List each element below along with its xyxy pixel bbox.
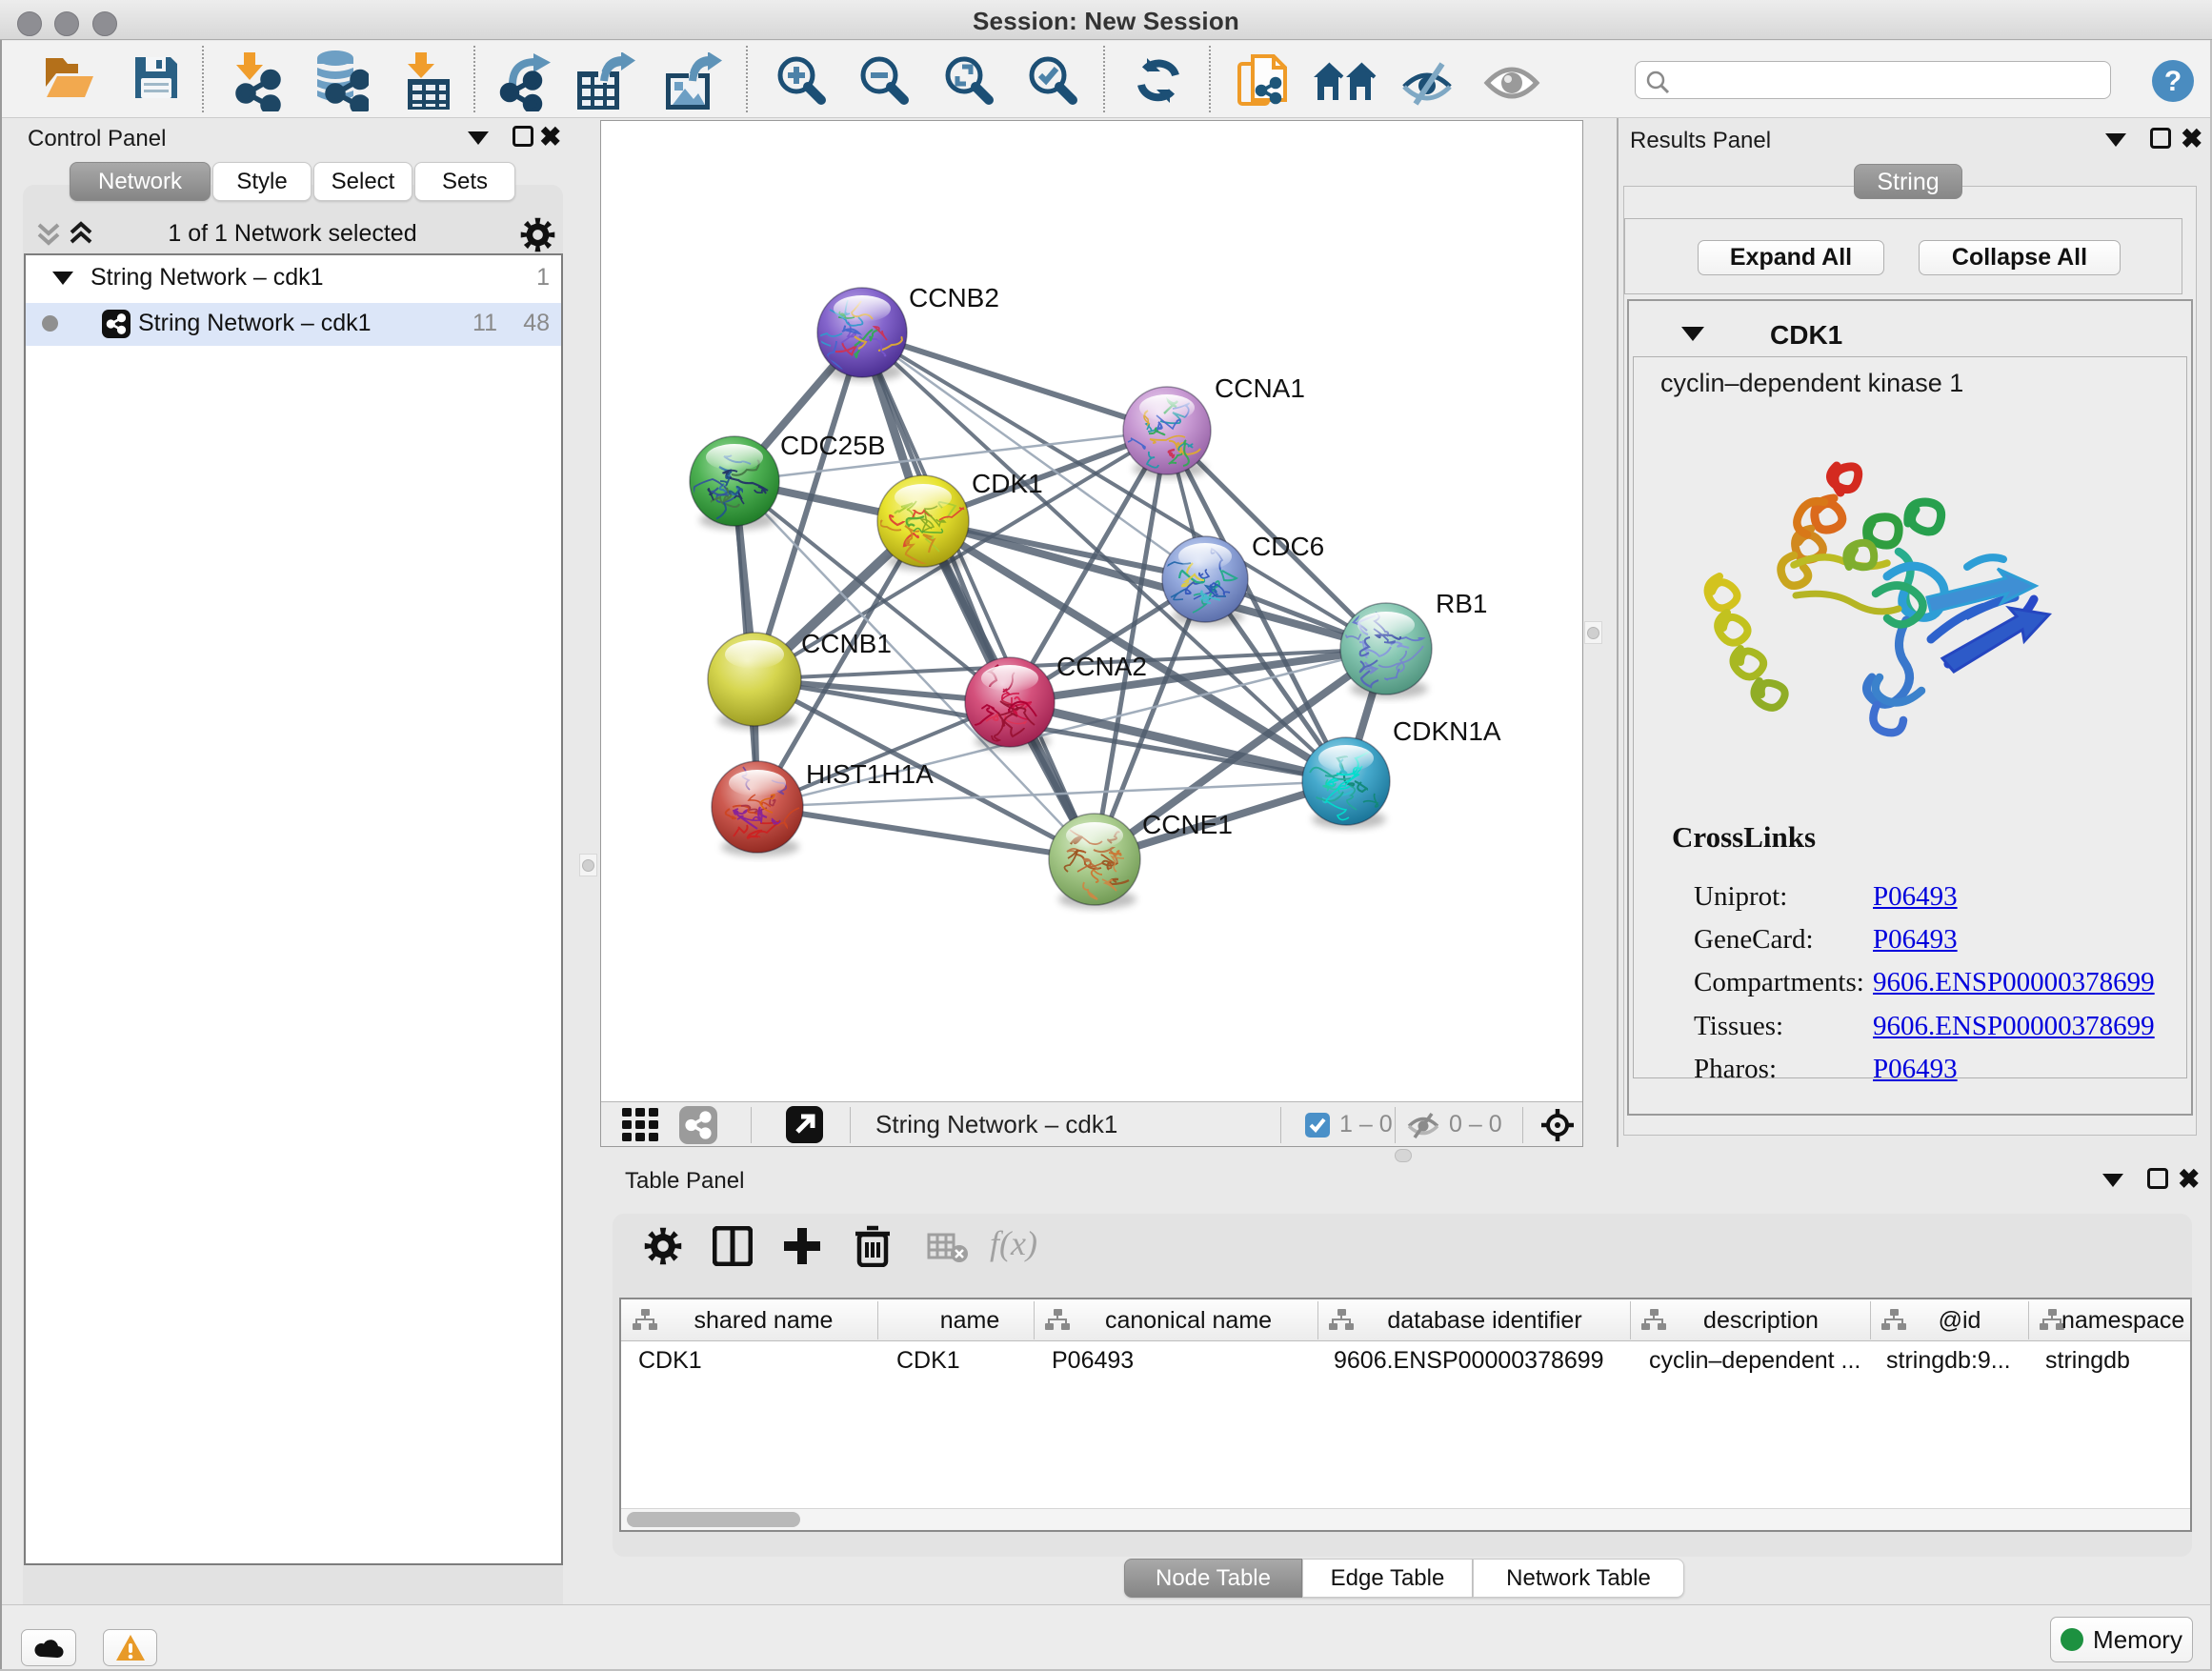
svg-text:CCNA1: CCNA1 — [1215, 373, 1305, 403]
svg-text:RB1: RB1 — [1436, 589, 1487, 618]
svg-text:CDC6: CDC6 — [1252, 532, 1324, 561]
svg-text:CCNB1: CCNB1 — [801, 629, 892, 658]
svg-text:CDKN1A: CDKN1A — [1393, 716, 1501, 746]
svg-text:CCNB2: CCNB2 — [909, 283, 999, 312]
svg-text:HIST1H1A: HIST1H1A — [806, 759, 934, 789]
svg-text:CDK1: CDK1 — [972, 469, 1043, 498]
svg-text:CCNA2: CCNA2 — [1056, 652, 1147, 681]
svg-text:CCNE1: CCNE1 — [1142, 810, 1233, 839]
svg-text:?: ? — [2164, 66, 2182, 97]
svg-text:CDC25B: CDC25B — [780, 431, 885, 460]
